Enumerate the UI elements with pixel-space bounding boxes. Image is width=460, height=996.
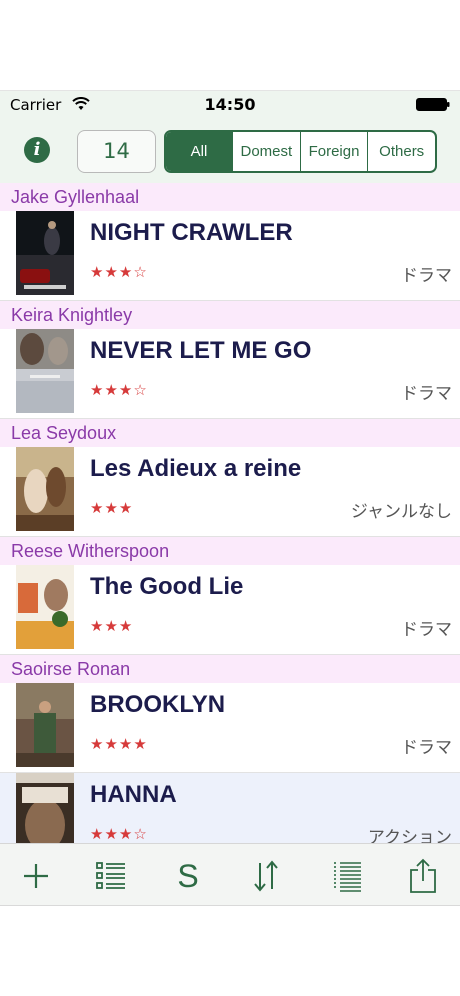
genre-label: ドラマ [401,384,452,404]
add-icon[interactable] [16,856,56,896]
movie-poster [16,683,74,767]
movie-list: Jake Gyllenhaal NIGHT CRAWLER ★★★☆ ドラマ K… [0,183,460,863]
movie-title: The Good Lie [90,573,244,600]
rating-stars: ★★★☆ [90,263,148,281]
movie-poster [16,211,74,295]
genre-label: ドラマ [401,620,452,640]
section-header: Jake Gyllenhaal [0,183,460,211]
section-header: Reese Witherspoon [0,537,460,565]
segment-domest[interactable]: Domest [232,132,300,171]
section-header: Lea Seydoux [0,419,460,447]
movie-poster [16,329,74,413]
list-item[interactable]: NIGHT CRAWLER ★★★☆ ドラマ [0,211,460,301]
list-item[interactable]: The Good Lie ★★★ ドラマ [0,565,460,655]
rating-stars: ★★★☆ [90,381,148,399]
battery-icon [416,98,450,111]
rating-stars: ★★★ [90,499,134,517]
share-icon[interactable] [403,856,443,896]
list-icon[interactable] [91,856,131,896]
section-header: Keira Knightley [0,301,460,329]
sort-icon[interactable] [246,856,286,896]
genre-label: ドラマ [401,738,452,758]
clock: 14:50 [204,95,256,114]
movie-title: BROOKLYN [90,691,226,718]
segment-all[interactable]: All [166,132,232,171]
info-icon[interactable]: i [24,137,50,163]
genre-label: ドラマ [401,266,452,286]
filter-segmented-control: All Domest Foreign Others [164,130,437,173]
movie-title: NIGHT CRAWLER [90,219,293,246]
movie-poster [16,447,74,531]
count-field[interactable]: 14 [77,130,156,173]
numbered-list-icon[interactable] [327,856,367,896]
segment-others[interactable]: Others [367,132,435,171]
rating-stars: ★★★★ [90,735,148,753]
list-item[interactable]: BROOKLYN ★★★★ ドラマ [0,683,460,773]
genre-label: ジャンルなし [350,502,452,522]
rating-stars: ★★★☆ [90,825,148,843]
list-item[interactable]: Les Adieux a reine ★★★ ジャンルなし [0,447,460,537]
rating-stars: ★★★ [90,617,134,635]
list-item[interactable]: NEVER LET ME GO ★★★☆ ドラマ [0,329,460,419]
segment-foreign[interactable]: Foreign [299,132,368,171]
movie-title: HANNA [90,781,177,808]
status-bar: Carrier 14:50 [0,91,460,119]
sort-by-s-icon[interactable]: S [168,856,208,896]
app-screen: Carrier 14:50 i 14 All Domest Foreign Ot… [0,90,460,906]
section-header: Saoirse Ronan [0,655,460,683]
bottom-toolbar: S [0,843,460,905]
movie-title: Les Adieux a reine [90,455,302,482]
movie-poster [16,565,74,649]
movie-title: NEVER LET ME GO [90,337,312,364]
